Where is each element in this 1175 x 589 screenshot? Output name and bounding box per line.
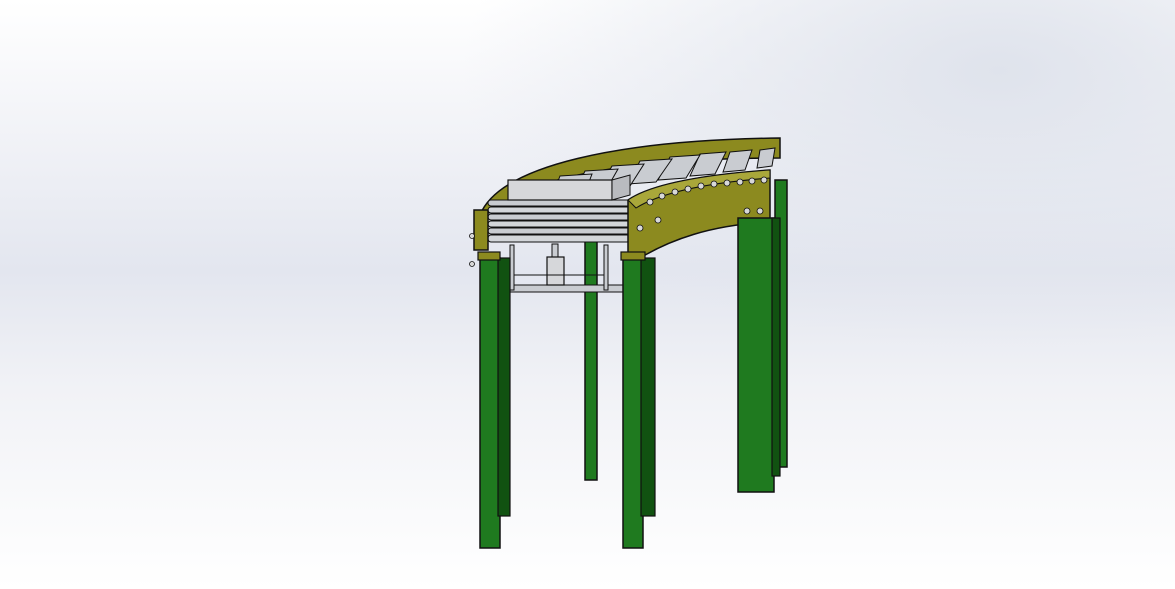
roller	[487, 206, 637, 214]
top-plate	[507, 179, 613, 201]
top-plate-side	[611, 174, 631, 201]
undercarriage	[505, 243, 627, 293]
vertical-rod	[603, 244, 609, 291]
back-leg-left	[584, 239, 598, 481]
front-middle-leg	[622, 257, 644, 549]
vertical-rod	[509, 244, 515, 291]
roller	[487, 199, 637, 207]
roller	[487, 227, 633, 235]
roller	[487, 234, 631, 243]
front-left-leg	[479, 257, 501, 549]
roller	[756, 147, 776, 169]
left-end-frame	[473, 209, 489, 251]
straight-rollers	[487, 199, 637, 243]
right-leg	[737, 217, 775, 493]
cylinder-rod	[551, 243, 559, 259]
roller	[487, 220, 635, 228]
cad-viewport[interactable]	[0, 0, 1175, 589]
roller	[487, 213, 637, 221]
conveyor-model[interactable]	[0, 0, 1175, 589]
cylinder	[546, 256, 565, 286]
front-legs	[477, 217, 781, 549]
